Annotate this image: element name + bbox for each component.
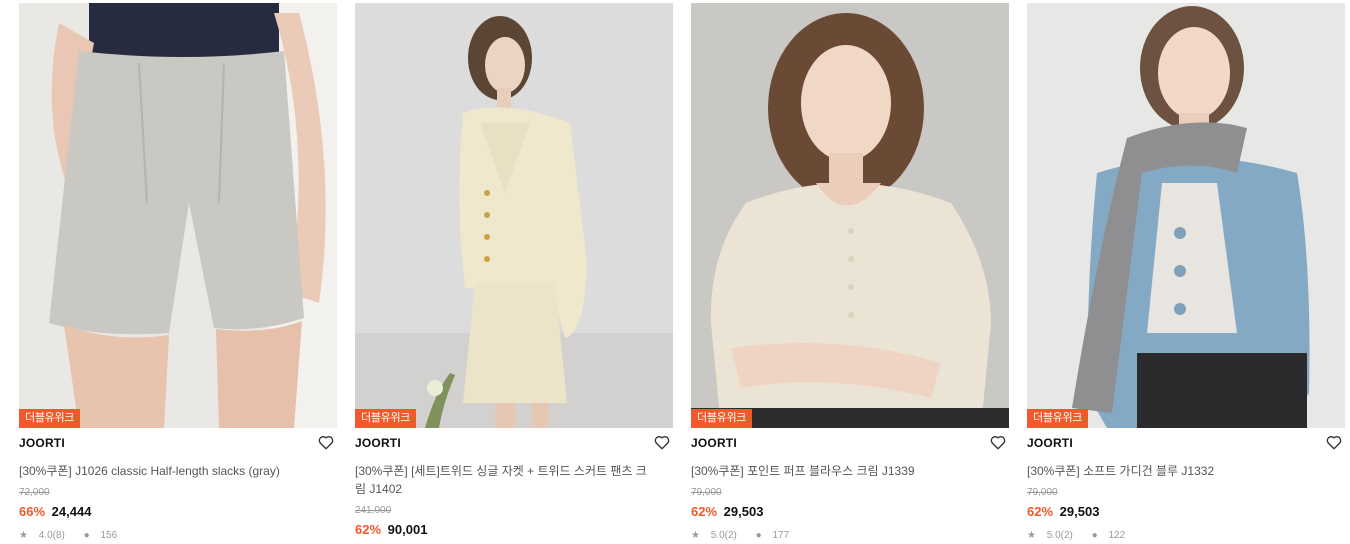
heart-icon[interactable]	[317, 433, 335, 451]
price-row: 62% 29,503	[691, 504, 1009, 520]
brand-name[interactable]: JOORTI	[1027, 436, 1073, 450]
rating-value: 4.0(8)	[38, 530, 65, 541]
price-row: 62% 90,001	[355, 522, 673, 538]
brand-name[interactable]: JOORTI	[355, 436, 401, 450]
discount-rate: 62%	[355, 522, 382, 537]
price-row: 62% 29,503	[1027, 504, 1345, 520]
product-title[interactable]: [30%쿠폰] 포인트 퍼프 블라우스 크림 J1339	[691, 462, 991, 480]
promo-badge: 더블유위크	[691, 409, 753, 428]
promo-badge: 더블유위크	[1027, 409, 1089, 428]
original-price: 72,000	[19, 487, 50, 498]
product-card[interactable]: 더블유위크 JOORTI [30%쿠폰] J1026 classic Half-…	[19, 3, 337, 544]
rating-value: 5.0(2)	[1046, 530, 1073, 541]
chat-bubble-icon: ●	[83, 530, 90, 541]
promo-badge: 더블유위크	[19, 409, 81, 428]
discount-rate: 66%	[19, 504, 46, 519]
product-image[interactable]: 더블유위크	[355, 3, 673, 428]
product-card[interactable]: 더블유위크 JOORTI [30%쿠폰] 소프트 가디건 블루 J1332 79…	[1027, 3, 1345, 544]
sale-price: 29,503	[1059, 504, 1100, 519]
heart-icon[interactable]	[653, 433, 671, 451]
discount-rate: 62%	[691, 504, 718, 519]
star-icon: ★	[19, 530, 28, 541]
product-title[interactable]: [30%쿠폰] 소프트 가디건 블루 J1332	[1027, 462, 1327, 480]
promo-badge: 더블유위크	[355, 409, 417, 428]
chat-bubble-icon: ●	[1091, 530, 1098, 541]
product-title[interactable]: [30%쿠폰] [세트]트위드 싱글 자켓 + 트위드 스커트 팬츠 크림 J1…	[355, 462, 655, 498]
sale-price: 29,503	[723, 504, 764, 519]
sale-price: 90,001	[387, 522, 428, 537]
review-meta: ★ 4.0(8) ● 156	[19, 530, 337, 542]
brand-name[interactable]: JOORTI	[19, 436, 65, 450]
brand-name[interactable]: JOORTI	[691, 436, 737, 450]
sale-price: 24,444	[51, 504, 92, 519]
product-image[interactable]: 더블유위크	[1027, 3, 1345, 428]
likes-count: 122	[1108, 530, 1126, 541]
product-image[interactable]: 더블유위크	[691, 3, 1009, 428]
rating-value: 5.0(2)	[710, 530, 737, 541]
original-price: 79,000	[691, 487, 722, 498]
product-image[interactable]: 더블유위크	[19, 3, 337, 428]
product-title[interactable]: [30%쿠폰] J1026 classic Half-length slacks…	[19, 462, 319, 480]
star-icon: ★	[1027, 530, 1036, 541]
original-price: 79,000	[1027, 487, 1058, 498]
review-meta: ★ 5.0(2) ● 122	[1027, 530, 1345, 542]
price-row: 66% 24,444	[19, 504, 337, 520]
likes-count: 177	[772, 530, 790, 541]
product-card[interactable]: 더블유위크 JOORTI [30%쿠폰] [세트]트위드 싱글 자켓 + 트위드…	[355, 3, 673, 544]
discount-rate: 62%	[1027, 504, 1054, 519]
original-price: 241,000	[355, 505, 392, 516]
review-meta: ★ 5.0(2) ● 177	[691, 530, 1009, 542]
chat-bubble-icon: ●	[755, 530, 762, 541]
product-card[interactable]: 더블유위크 JOORTI [30%쿠폰] 포인트 퍼프 블라우스 크림 J133…	[691, 3, 1009, 544]
star-icon: ★	[691, 530, 700, 541]
product-grid: 더블유위크 JOORTI [30%쿠폰] J1026 classic Half-…	[0, 0, 1350, 544]
heart-icon[interactable]	[989, 433, 1007, 451]
likes-count: 156	[100, 530, 118, 541]
heart-icon[interactable]	[1325, 433, 1343, 451]
